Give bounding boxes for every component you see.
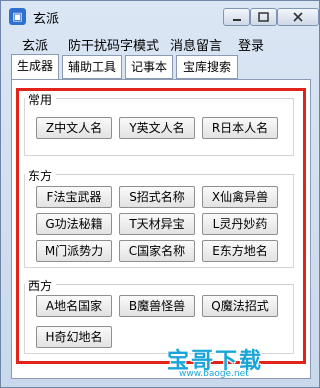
menu-bar: 玄派 防干扰码字模式 消息留言 登录 — [2, 33, 318, 54]
menu-login[interactable]: 登录 — [238, 35, 264, 54]
menu-xuanpai[interactable]: 玄派 — [22, 35, 48, 54]
menu-anti-interference[interactable]: 防干扰码字模式 — [68, 35, 159, 54]
tab-generator[interactable]: 生成器 — [11, 54, 59, 79]
maximize-button[interactable] — [250, 8, 277, 26]
watermark-url: www.baoge.net — [179, 369, 249, 379]
highlight-frame — [16, 88, 306, 364]
maximize-icon — [258, 12, 269, 22]
title-bar: ▣ 玄派 — [1, 1, 319, 31]
close-icon — [293, 12, 303, 22]
watermark: 宝哥下载 www.baoge.net — [167, 343, 307, 385]
generator-panel: 常用 Z中文人名 Y英文人名 R日本人名 东方 F法宝武器 S招式名称 X仙禽异… — [11, 79, 311, 379]
app-logo-icon: ▣ — [9, 8, 26, 25]
close-button[interactable] — [277, 8, 319, 26]
tab-notepad[interactable]: 记事本 — [125, 55, 173, 79]
app-window: ▣ 玄派 玄派 防干扰码字模式 消息留言 登录 生成器 辅助工具 记事本 宝库搜… — [0, 0, 320, 388]
tab-library-search[interactable]: 宝库搜索 — [176, 55, 238, 79]
menu-messages[interactable]: 消息留言 — [170, 35, 222, 54]
minimize-button[interactable] — [223, 8, 250, 26]
tab-tools[interactable]: 辅助工具 — [62, 55, 122, 79]
window-title: 玄派 — [33, 12, 60, 27]
minimize-icon — [232, 19, 241, 21]
